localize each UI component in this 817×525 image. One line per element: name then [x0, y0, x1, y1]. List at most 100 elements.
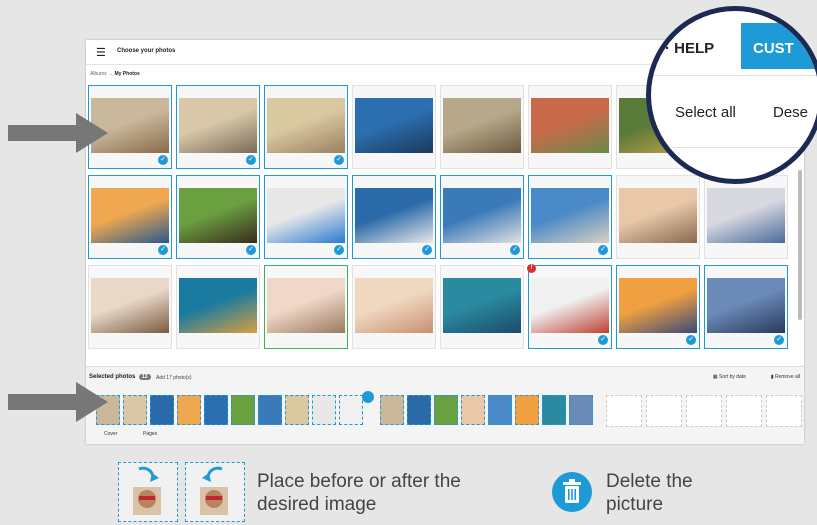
photo-tile[interactable] [704, 175, 788, 259]
checkmark-icon[interactable]: ✓ [598, 245, 608, 255]
divider [651, 147, 817, 148]
photo-tile[interactable]: ✓ [352, 175, 436, 259]
checkmark-icon[interactable]: ✓ [246, 155, 256, 165]
selected-thumbnail[interactable] [285, 395, 309, 425]
sort-by-date-button[interactable]: ▦ Sort by date [713, 374, 746, 380]
selected-thumbnail[interactable] [434, 395, 458, 425]
checkmark-icon[interactable]: ✓ [510, 245, 520, 255]
empty-slot[interactable] [766, 395, 802, 427]
photo-tile[interactable]: ✓ [704, 265, 788, 349]
selected-thumbnail[interactable] [258, 395, 282, 425]
divider [651, 75, 817, 76]
warning-icon: ! [527, 264, 536, 273]
selected-photos-header: Selected photos 13 [89, 374, 151, 380]
photo-tile[interactable] [88, 265, 172, 349]
selected-thumbnail[interactable] [339, 395, 363, 425]
checkmark-icon[interactable]: ✓ [246, 245, 256, 255]
breadcrumb-separator-icon: → [108, 71, 114, 77]
trash-icon [552, 472, 592, 512]
help-label: HELP [674, 40, 715, 57]
selected-thumbnail[interactable] [123, 395, 147, 425]
zoom-magnifier: · HELP CUST Select all Dese [646, 6, 817, 184]
selected-thumbnail[interactable] [150, 395, 174, 425]
photo-image [443, 98, 521, 153]
photo-tile[interactable] [440, 85, 524, 169]
photo-image [267, 98, 345, 153]
hamburger-icon[interactable]: ☰ [96, 46, 106, 59]
grid-scrollbar[interactable] [798, 170, 802, 320]
add-photos-link[interactable]: Add 17 photo(s) [156, 375, 192, 381]
photo-image [531, 188, 609, 243]
tab-pages[interactable]: Pages [143, 431, 157, 437]
photo-tile[interactable]: ✓ [176, 85, 260, 169]
selected-thumbnail[interactable] [312, 395, 336, 425]
photo-tile[interactable] [176, 265, 260, 349]
selected-photos-panel: Selected photos 13 Add 17 photo(s) ▦ Sor… [86, 366, 804, 444]
photo-image [355, 98, 433, 153]
photo-tile[interactable]: ✓ [88, 175, 172, 259]
photo-image [707, 188, 785, 243]
photo-tile[interactable]: ✓ [440, 175, 524, 259]
breadcrumb-root[interactable]: Albums [90, 71, 107, 77]
move-legend-text: Place before or after the desired image [257, 470, 461, 516]
checkmark-icon[interactable]: ✓ [158, 245, 168, 255]
checkmark-icon[interactable]: ✓ [686, 335, 696, 345]
checkmark-icon[interactable]: ✓ [422, 245, 432, 255]
remove-all-label: Remove all [774, 374, 800, 380]
help-prefix: · [665, 40, 670, 57]
photo-tile[interactable]: ✓ [176, 175, 260, 259]
breadcrumb: Albums → My Photos [90, 71, 140, 77]
selected-thumbnail[interactable] [569, 395, 593, 425]
photo-image [179, 98, 257, 153]
photo-tile[interactable] [264, 265, 348, 349]
selected-thumbnail[interactable] [204, 395, 228, 425]
selected-thumbnail[interactable] [542, 395, 566, 425]
checkmark-icon[interactable]: ✓ [334, 155, 344, 165]
photo-tile[interactable]: ✓ [528, 175, 612, 259]
checkmark-icon[interactable]: ✓ [598, 335, 608, 345]
selected-thumbnail[interactable] [177, 395, 201, 425]
customize-button[interactable]: CUST [741, 23, 817, 69]
photo-tile[interactable] [440, 265, 524, 349]
photo-tile[interactable] [352, 265, 436, 349]
photo-tile[interactable] [352, 85, 436, 169]
move-after-thumbnail [185, 462, 245, 522]
photo-tile[interactable] [528, 85, 612, 169]
photo-image [267, 278, 345, 333]
photo-tile[interactable]: ✓ [264, 175, 348, 259]
photo-tile[interactable]: ✓ [616, 265, 700, 349]
empty-slot[interactable] [686, 395, 722, 427]
checkmark-icon[interactable]: ✓ [774, 335, 784, 345]
photo-image [91, 188, 169, 243]
pointer-arrow-icon [8, 113, 108, 153]
photo-image [619, 188, 697, 243]
selected-thumbnail[interactable] [461, 395, 485, 425]
selected-photos-label: Selected photos [89, 374, 136, 380]
photo-tile[interactable]: ✓! [527, 264, 612, 349]
photo-image [91, 278, 169, 333]
photo-image [619, 278, 697, 333]
selected-thumbnail[interactable] [380, 395, 404, 425]
selected-thumbnail[interactable] [488, 395, 512, 425]
photo-image [443, 188, 521, 243]
empty-slot[interactable] [606, 395, 642, 427]
checkmark-icon[interactable]: ✓ [158, 155, 168, 165]
photo-tile[interactable] [616, 175, 700, 259]
portrait-image [133, 466, 161, 515]
select-all-button[interactable]: Select all [675, 104, 736, 121]
delete-photo-icon[interactable] [362, 391, 374, 403]
selected-thumbnail[interactable] [407, 395, 431, 425]
empty-slot[interactable] [726, 395, 762, 427]
help-menu[interactable]: · HELP [665, 40, 714, 57]
photo-image [355, 278, 433, 333]
photo-image [531, 278, 609, 333]
selected-thumbnail[interactable] [231, 395, 255, 425]
remove-all-button[interactable]: ▮ Remove all [771, 374, 800, 380]
page-title: Choose your photos [117, 48, 176, 54]
checkmark-icon[interactable]: ✓ [334, 245, 344, 255]
photo-tile[interactable]: ✓ [264, 85, 348, 169]
deselect-button[interactable]: Dese [773, 104, 808, 121]
empty-slot[interactable] [646, 395, 682, 427]
tab-cover[interactable]: Cover [104, 431, 117, 437]
selected-thumbnail[interactable] [515, 395, 539, 425]
